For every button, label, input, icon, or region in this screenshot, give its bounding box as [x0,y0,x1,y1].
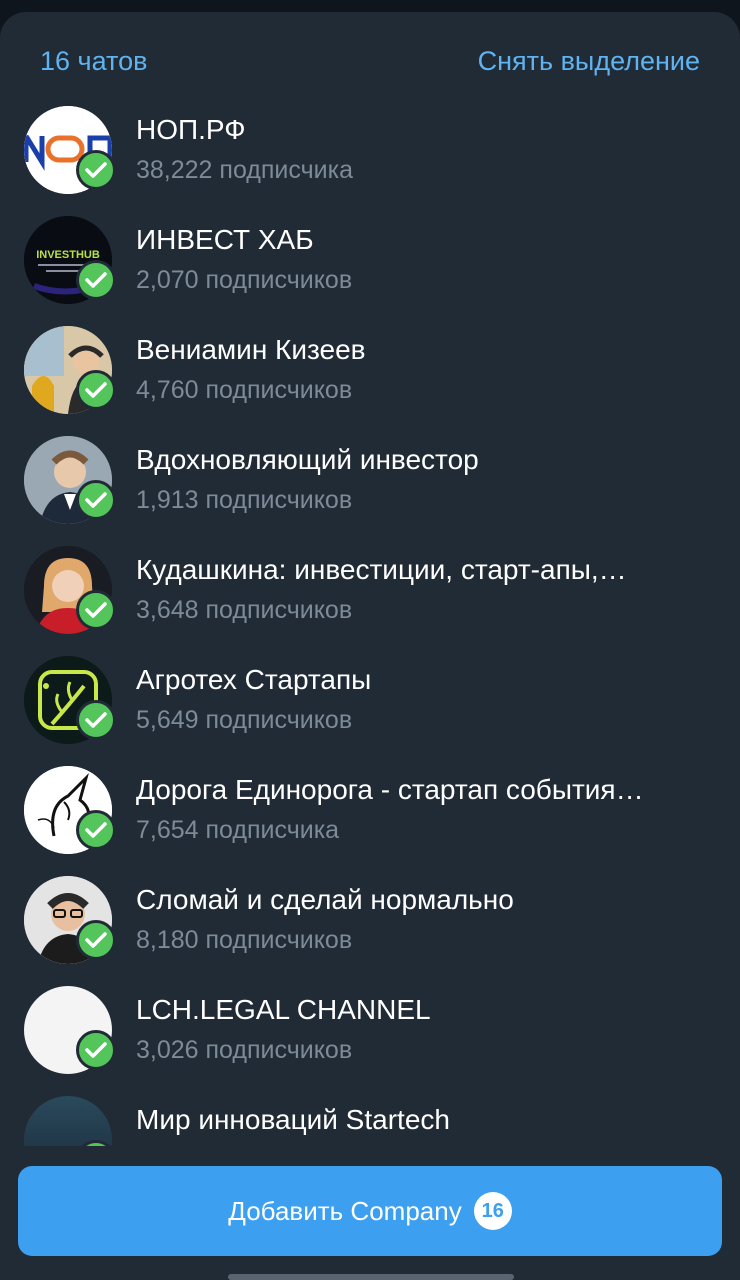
selected-chat-count: 16 чатов [40,46,148,76]
chat-title: НОП.РФ [136,114,246,145]
chat-title: Дорога Единорога - стартап события… [136,774,644,805]
chat-row[interactable]: Мир инноваций Startech [0,1084,740,1146]
chat-title: LCH.LEGAL CHANNEL [136,994,431,1025]
chat-title: Агротех Стартапы [136,664,372,695]
chat-title: Мир инноваций Startech [136,1104,450,1135]
home-indicator [228,1274,514,1280]
chat-title: ИНВЕСТ ХАБ [136,224,314,255]
selected-check-icon [76,810,116,850]
share-sheet: 16 чатов Снять выделение НОП.РФ 38,222 п… [0,12,740,1280]
selected-check-icon [76,1030,116,1070]
selected-check-icon [76,370,116,410]
selected-count-badge: 16 [473,1192,512,1230]
chat-title: Вдохновляющий инвестор [136,444,479,475]
chat-subscribers: 7,654 подписчика [136,816,340,844]
chat-subscribers: 2,070 подписчиков [136,266,353,294]
chat-row[interactable]: LCH.LEGAL CHANNEL 3,026 подписчиков [0,974,740,1084]
chat-row[interactable]: Кудашкина: инвестиции, старт-апы,… 3,648… [0,534,740,644]
sheet-header: 16 чатов Снять выделение [0,40,740,88]
chat-subscribers: 3,648 подписчиков [136,596,353,624]
chat-subscribers: 1,913 подписчиков [136,486,353,514]
chat-title: Кудашкина: инвестиции, старт-апы,… [136,554,627,585]
chat-list[interactable]: НОП.РФ 38,222 подписчика INVESTHUB ИНВЕС… [0,94,740,1146]
chat-title: Вениамин Кизеев [136,334,366,365]
chat-subscribers: 4,760 подписчиков [136,376,353,404]
chat-subscribers: 5,649 подписчиков [136,706,353,734]
selected-check-icon [76,480,116,520]
chat-title: Сломай и сделай нормально [136,884,514,915]
add-company-label: Добавить Company [228,1195,462,1226]
chat-row[interactable]: Вдохновляющий инвестор 1,913 подписчиков [0,424,740,534]
deselect-button[interactable]: Снять выделение [478,46,700,77]
selected-check-icon [76,700,116,740]
chat-row[interactable]: НОП.РФ 38,222 подписчика [0,94,740,204]
selected-check-icon [76,590,116,630]
chat-row[interactable]: Вениамин Кизеев 4,760 подписчиков [0,314,740,424]
chat-row[interactable]: Агротех Стартапы 5,649 подписчиков [0,644,740,754]
chat-row[interactable]: Сломай и сделай нормально 8,180 подписчи… [0,864,740,974]
selected-check-icon [76,150,116,190]
chat-subscribers: 8,180 подписчиков [136,926,353,954]
chat-subscribers: 38,222 подписчика [136,156,353,184]
startech-logo-avatar [24,1096,112,1146]
chat-row[interactable]: INVESTHUB ИНВЕСТ ХАБ 2,070 подписчиков [0,204,740,314]
add-company-button[interactable]: Добавить Company 16 [18,1166,722,1256]
screen: 16 чатов Снять выделение НОП.РФ 38,222 п… [0,0,740,1280]
selected-check-icon [76,920,116,960]
selected-check-icon [76,260,116,300]
chat-row[interactable]: Дорога Единорога - стартап события… 7,65… [0,754,740,864]
chat-subscribers: 3,026 подписчиков [136,1036,353,1064]
investhub-logo-text: INVESTHUB [36,249,100,261]
